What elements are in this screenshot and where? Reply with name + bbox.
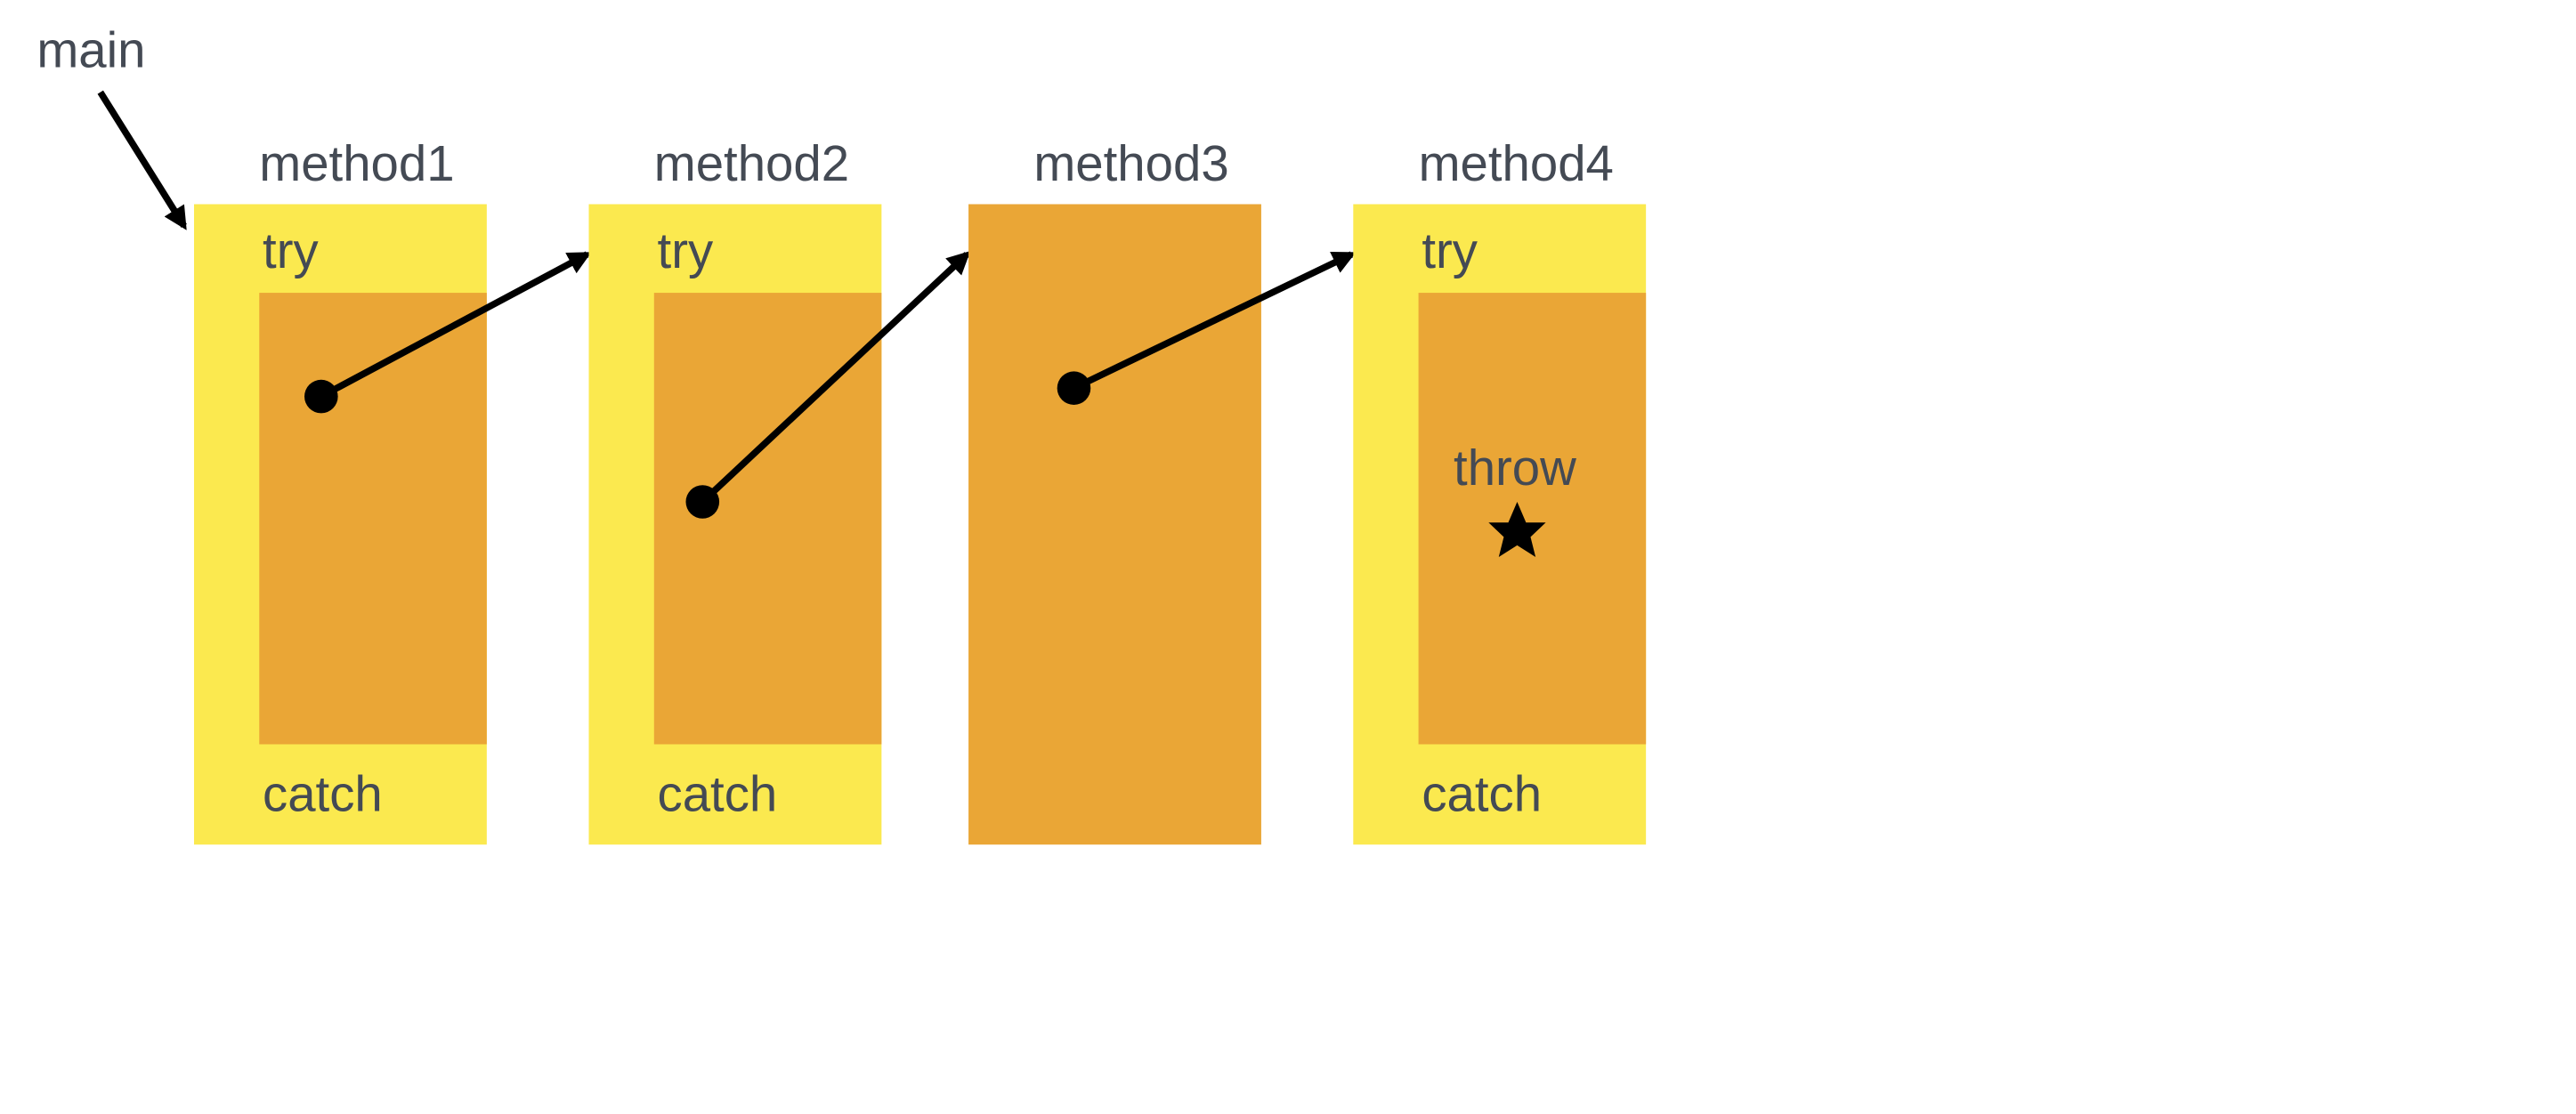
throw-label: throw (1454, 440, 1576, 496)
method1-try-label: try (263, 222, 319, 278)
method2-catch-label: catch (658, 766, 778, 822)
method2-block: method2 try catch (588, 135, 881, 844)
method3-block: method3 (968, 135, 1261, 844)
exception-flow-diagram: main method1 try catch method2 try catch… (0, 0, 2576, 1114)
method4-inner (1419, 293, 1647, 744)
method1-catch-label: catch (263, 766, 383, 822)
method2-inner (654, 293, 882, 744)
method4-title: method4 (1419, 135, 1614, 191)
method1-inner (259, 293, 487, 744)
arrow-main-to-method1 (101, 93, 184, 226)
method2-title: method2 (654, 135, 849, 191)
method3-title: method3 (1033, 135, 1228, 191)
method3-body (968, 204, 1261, 844)
method4-catch-label: catch (1422, 766, 1542, 822)
method1-block: method1 try catch (194, 135, 487, 844)
method2-try-label: try (658, 222, 714, 278)
method4-try-label: try (1422, 222, 1478, 278)
main-label: main (36, 21, 145, 77)
method4-block: method4 try catch throw (1353, 135, 1646, 844)
method1-title: method1 (259, 135, 454, 191)
